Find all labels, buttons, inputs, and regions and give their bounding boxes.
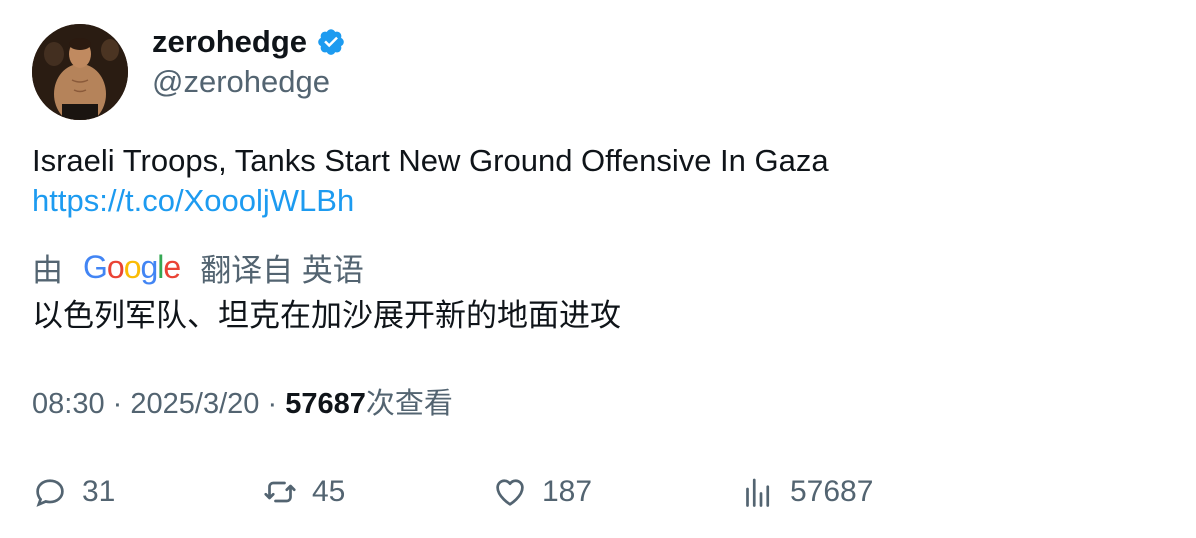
- meta-separator: ·: [112, 388, 123, 420]
- tweet-text: Israeli Troops, Tanks Start New Ground O…: [32, 143, 829, 178]
- reply-icon: [36, 479, 64, 507]
- tweet-time[interactable]: 08:30: [32, 388, 105, 420]
- action-bar: 31 45 187 57687: [0, 471, 1196, 513]
- translated-by-label: 由: [32, 252, 63, 288]
- views-label: 次查看: [365, 388, 453, 420]
- views-action-count: 57687: [790, 475, 874, 508]
- reply-button[interactable]: 31: [32, 471, 115, 513]
- translated-text: 以色列军队、坦克在加沙展开新的地面进攻: [32, 298, 621, 333]
- tweet-link[interactable]: https://t.co/XooolјWLBh: [32, 181, 354, 221]
- like-button[interactable]: 187: [492, 471, 592, 513]
- google-logo: Google: [83, 248, 181, 285]
- retweet-icon: [264, 481, 296, 503]
- views-count: 57687: [285, 388, 366, 420]
- avatar[interactable]: [32, 24, 128, 120]
- heart-icon: [496, 479, 524, 506]
- translation-attribution[interactable]: 由 Google 翻译自 英语: [32, 247, 364, 288]
- like-count: 187: [542, 475, 593, 508]
- analytics-bar-icon: [746, 478, 770, 507]
- translated-from-label: 翻译自 英语: [200, 252, 364, 288]
- retweet-count: 45: [312, 475, 346, 508]
- views-button[interactable]: 57687: [740, 471, 873, 513]
- author-display-name-row[interactable]: zerohedge: [152, 22, 346, 62]
- tweet-meta: 08:30 · 2025/3/20 · 57687次查看: [32, 384, 453, 424]
- tweet-date[interactable]: 2025/3/20: [130, 388, 259, 420]
- verified-badge-icon: [318, 29, 344, 55]
- avatar-photo: [32, 24, 128, 120]
- author-handle[interactable]: @zerohedge: [152, 62, 330, 102]
- author-display-name[interactable]: zerohedge: [152, 22, 307, 62]
- reply-count: 31: [82, 475, 116, 508]
- retweet-button[interactable]: 45: [262, 471, 345, 513]
- meta-separator: ·: [267, 388, 278, 420]
